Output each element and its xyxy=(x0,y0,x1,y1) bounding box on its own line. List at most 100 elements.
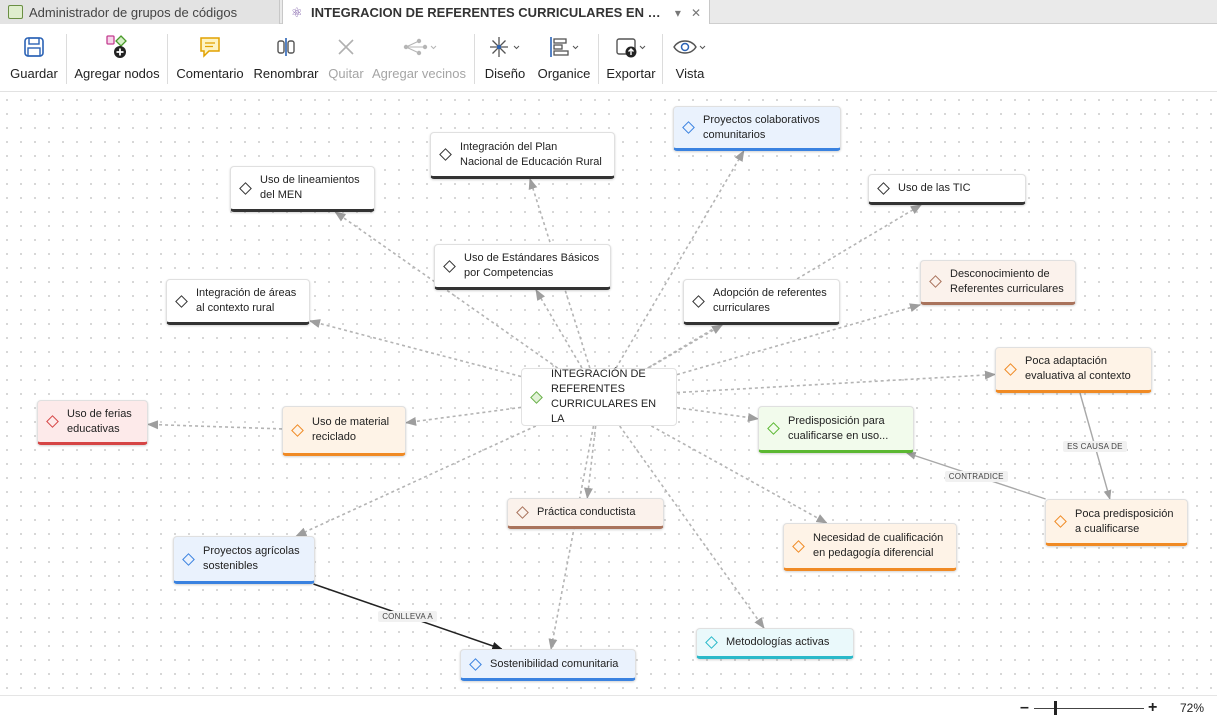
node-material[interactable]: Uso de material reciclado xyxy=(282,406,406,456)
code-diamond-icon xyxy=(239,181,252,195)
organize-button[interactable]: Organice xyxy=(534,32,594,88)
node-sostenibilidad[interactable]: Sostenibilidad comunitaria xyxy=(460,649,636,681)
node-lin-men[interactable]: Uso de lineamientos del MEN xyxy=(230,166,375,212)
close-icon[interactable]: ✕ xyxy=(691,6,701,20)
toolbar-divider xyxy=(167,34,168,84)
x-icon xyxy=(324,32,368,62)
node-label-line: Proyectos colaborativos xyxy=(703,113,820,126)
edge-core-to-lin-men[interactable] xyxy=(334,211,559,369)
edge-core-to-proy-col[interactable] xyxy=(615,150,745,369)
node-label: Uso de Estándares Básicos por Competencia… xyxy=(464,251,599,281)
node-metodologias[interactable]: Metodologías activas xyxy=(696,628,854,659)
zoom-in-button[interactable]: + xyxy=(1148,699,1157,717)
edge-core-to-estandares[interactable] xyxy=(535,289,583,369)
align-icon xyxy=(534,32,594,62)
node-adopcion[interactable]: Adopción de referentes curriculares xyxy=(683,279,840,325)
edge-label[interactable]: CONLLEVA A xyxy=(378,611,437,622)
code-diamond-icon xyxy=(182,552,195,566)
edge-core-to-conductista[interactable] xyxy=(584,425,597,500)
node-label: Uso de ferias educativas xyxy=(67,407,132,437)
node-label: Integración del Plan Nacional de Educació… xyxy=(460,140,602,170)
node-proy-col[interactable]: Proyectos colaborativos comunitarios xyxy=(673,106,841,151)
code-diamond-icon xyxy=(1004,362,1017,376)
zoom-slider-thumb[interactable] xyxy=(1053,701,1057,715)
code-diamond-icon xyxy=(443,259,456,273)
node-predisp[interactable]: Predisposición para cualificarse en uso..… xyxy=(758,406,914,453)
export-button[interactable]: Exportar xyxy=(604,32,658,88)
node-label: Proyectos colaborativos comunitarios xyxy=(703,113,820,143)
node-necesidad[interactable]: Necesidad de cualificación en pedagogía d… xyxy=(783,523,957,571)
node-poca-adapt[interactable]: Poca adaptación evaluativa al contexto xyxy=(995,347,1152,393)
node-label: INTEGRACIÓN DE REFERENTES CURRICULARES EN … xyxy=(551,367,668,427)
export-icon xyxy=(604,32,658,62)
node-label-line: Uso de material xyxy=(312,416,390,428)
node-label-line: INTEGRACIÓN DE xyxy=(551,368,646,380)
design-button[interactable]: Diseño xyxy=(480,32,530,88)
node-ferias[interactable]: Uso de ferias educativas xyxy=(37,400,148,445)
tab-label: INTEGRACION DE REFERENTES CURRICULARES E… xyxy=(311,5,665,20)
add-nodes-icon xyxy=(72,32,162,62)
edge-core-to-adopcion[interactable] xyxy=(648,324,724,369)
node-label-line: Desconocimiento de xyxy=(950,267,1050,280)
tab-code-group-manager[interactable]: Administrador de grupos de códigos xyxy=(0,0,280,24)
add-neighbors-button[interactable]: Agregar vecinos xyxy=(370,32,468,88)
node-poca-predisp[interactable]: Poca predisposición a cualificarse xyxy=(1045,499,1188,546)
code-diamond-icon xyxy=(469,657,482,671)
tab-network[interactable]: ⚛ INTEGRACION DE REFERENTES CURRICULARES… xyxy=(282,0,710,25)
node-label-line: CURRICULARES EN LA xyxy=(551,398,657,425)
add-nodes-button[interactable]: Agregar nodos xyxy=(72,32,162,88)
node-label-line: sostenibles xyxy=(203,560,259,572)
node-estandares[interactable]: Uso de Estándares Básicos por Competencia… xyxy=(434,244,611,290)
node-label-line: Práctica conductista xyxy=(537,506,636,518)
node-label: Sostenibilidad comunitaria xyxy=(490,657,618,672)
app-window: Administrador de grupos de códigos ⚛ INT… xyxy=(0,0,1217,721)
edge-core-to-material[interactable] xyxy=(404,406,522,426)
chevron-down-icon[interactable]: ▾ xyxy=(675,6,681,20)
node-desconoc[interactable]: Desconocimiento de Referentes curriculare… xyxy=(920,260,1076,305)
node-label-line: Integración del Plan xyxy=(460,140,558,153)
node-label: Integración de áreas al contexto rural xyxy=(196,286,296,316)
edge-core-to-poca-adapt[interactable] xyxy=(676,370,997,394)
edge-core-to-sostenibilidad[interactable] xyxy=(548,425,595,651)
node-plan[interactable]: Integración del Plan Nacional de Educació… xyxy=(430,132,615,179)
save-button[interactable]: Guardar xyxy=(8,32,60,88)
code-diamond-icon xyxy=(530,390,543,404)
node-label: Uso de lineamientos del MEN xyxy=(260,173,360,203)
toolbar-divider xyxy=(66,34,67,84)
remove-button[interactable]: Quitar xyxy=(324,32,368,88)
rename-cursor-icon xyxy=(250,32,322,62)
code-diamond-icon xyxy=(175,294,188,308)
node-label-line: Uso de lineamientos xyxy=(260,174,360,186)
network-canvas[interactable]: INTEGRACIÓN DE REFERENTES CURRICULARES EN … xyxy=(0,93,1217,695)
node-tic[interactable]: Uso de las TIC xyxy=(868,174,1026,205)
tab-label: Administrador de grupos de códigos xyxy=(29,4,238,20)
code-diamond-icon xyxy=(792,539,805,553)
node-label: Predisposición para cualificarse en uso..… xyxy=(788,414,888,444)
edge-material-to-ferias[interactable] xyxy=(146,420,283,430)
rename-button[interactable]: Renombrar xyxy=(250,32,322,88)
comment-button[interactable]: Comentario xyxy=(172,32,248,88)
edge-core-to-integ-areas[interactable] xyxy=(308,319,522,378)
node-label-line: curriculares xyxy=(713,302,770,314)
node-label: Necesidad de cualificación en pedagogía d… xyxy=(813,531,943,561)
view-button[interactable]: Vista xyxy=(668,32,712,88)
node-conductista[interactable]: Práctica conductista xyxy=(507,498,664,529)
node-label: Uso de las TIC xyxy=(898,181,971,196)
node-label: Uso de material reciclado xyxy=(312,415,389,445)
code-diamond-icon xyxy=(46,415,59,428)
zoom-level: 72% xyxy=(1180,701,1205,715)
node-label: Metodologías activas xyxy=(726,635,829,650)
node-agricolas[interactable]: Proyectos agrícolas sostenibles xyxy=(173,536,315,584)
edge-label[interactable]: CONTRADICE xyxy=(944,470,1008,482)
code-diamond-icon xyxy=(1054,515,1067,528)
network-icon xyxy=(370,32,468,62)
zoom-slider[interactable] xyxy=(1034,708,1144,709)
node-integ-areas[interactable]: Integración de áreas al contexto rural xyxy=(166,279,310,325)
edge-core-to-predisp[interactable] xyxy=(676,406,760,422)
node-core[interactable]: INTEGRACIÓN DE REFERENTES CURRICULARES EN … xyxy=(521,368,677,426)
node-label-line: Sostenibilidad comunitaria xyxy=(490,657,619,670)
code-diamond-icon xyxy=(705,636,718,649)
zoom-out-button[interactable]: – xyxy=(1020,699,1029,717)
edge-label[interactable]: ES CAUSA DE xyxy=(1063,440,1127,452)
node-label-line: Predisposición para xyxy=(788,414,885,427)
